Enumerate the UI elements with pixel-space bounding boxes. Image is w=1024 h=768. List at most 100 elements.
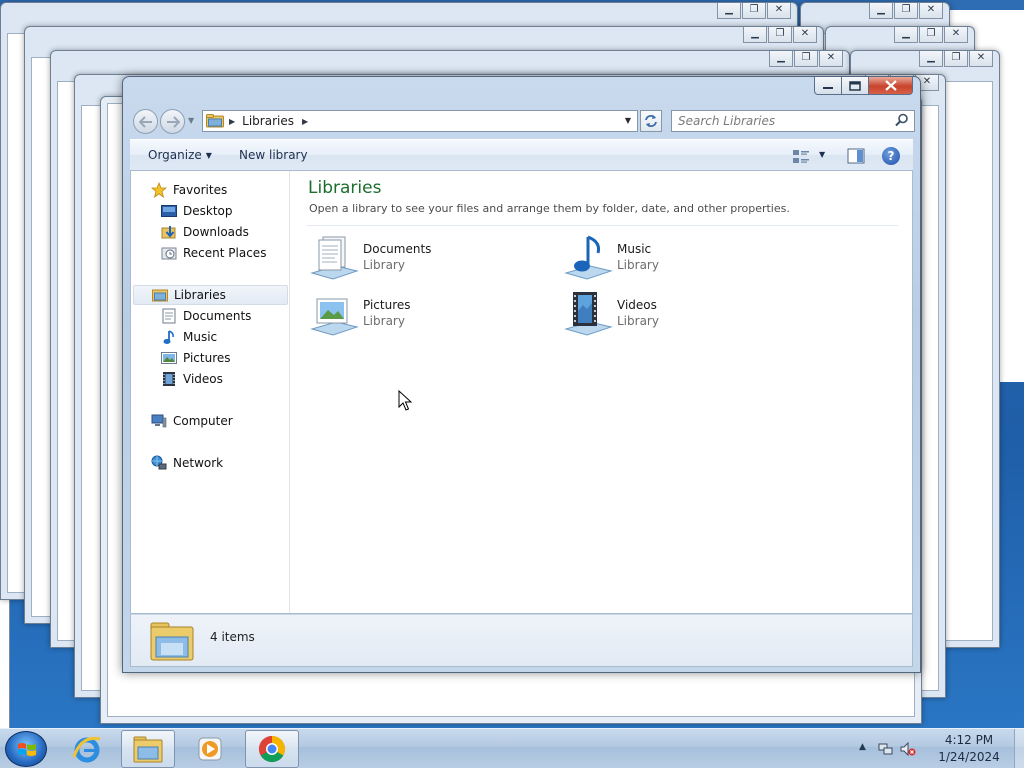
library-tile-music[interactable]: Music Library (563, 233, 803, 285)
search-icon[interactable] (895, 113, 909, 127)
taskbar-internet-explorer[interactable] (60, 730, 114, 768)
forward-button[interactable] (160, 109, 185, 134)
desktop-icon (161, 203, 177, 219)
taskbar-media-player[interactable] (183, 730, 237, 768)
close-icon (884, 80, 897, 91)
network-icon (151, 455, 167, 471)
back-arrow-icon (138, 116, 152, 128)
show-desktop-button[interactable] (1014, 729, 1024, 768)
documents-icon (161, 308, 177, 324)
nav-favorites-label: Favorites (173, 183, 228, 197)
library-name: Pictures (363, 298, 411, 312)
refresh-icon (645, 115, 657, 127)
nav-desktop[interactable]: Desktop (161, 201, 233, 221)
new-library-button[interactable]: New library (239, 148, 308, 162)
documents-library-icon (310, 236, 359, 280)
nav-network[interactable]: Network (151, 453, 223, 473)
item-count: 4 items (210, 630, 255, 644)
library-type: Library (363, 258, 405, 272)
explorer-window[interactable]: ▼ ▶ Libraries ▶ ▼ Search Libraries Organ… (122, 76, 921, 673)
preview-pane-icon (847, 148, 865, 164)
videos-library-icon (564, 292, 613, 336)
nav-music[interactable]: Music (161, 327, 217, 347)
search-input[interactable] (678, 111, 888, 131)
breadcrumb-separator-icon[interactable]: ▶ (302, 117, 308, 126)
help-button[interactable]: ? (882, 147, 900, 165)
library-tile-videos[interactable]: Videos Library (563, 289, 803, 341)
refresh-button[interactable] (640, 110, 662, 132)
nav-documents[interactable]: Documents (161, 306, 251, 326)
restore-icon (849, 80, 861, 91)
nav-documents-label: Documents (183, 309, 252, 323)
film-strip-icon (161, 371, 177, 387)
nav-libraries[interactable]: Libraries (133, 285, 288, 305)
music-note-icon (161, 329, 177, 345)
chrome-icon (258, 735, 286, 763)
nav-music-label: Music (183, 330, 218, 344)
show-hidden-icons-button[interactable]: ▲ (859, 742, 866, 752)
library-type: Library (617, 258, 659, 272)
change-view-button[interactable]: ▼ (792, 149, 832, 165)
volume-muted-icon[interactable] (900, 741, 916, 757)
address-history-dropdown[interactable]: ▼ (619, 111, 637, 131)
computer-icon (151, 413, 167, 429)
preview-pane-button[interactable] (847, 148, 865, 164)
pictures-library-icon (310, 298, 359, 336)
clock-time[interactable]: 4:12 PM (924, 733, 1014, 747)
system-tray: ▲ 4:12 PM 1/24/2024 (854, 729, 1024, 768)
nav-libraries-label: Libraries (174, 288, 226, 302)
address-bar[interactable]: ▶ Libraries ▶ ▼ (202, 110, 638, 132)
taskbar-chrome[interactable] (245, 730, 299, 768)
nav-downloads-label: Downloads (183, 225, 249, 239)
library-name: Videos (617, 298, 657, 312)
recent-pages-dropdown[interactable]: ▼ (188, 116, 194, 125)
nav-downloads[interactable]: Downloads (161, 222, 249, 242)
breadcrumb-libraries[interactable]: Libraries (242, 114, 294, 128)
libraries-folder-icon (206, 114, 224, 128)
minimize-button[interactable] (814, 77, 842, 95)
library-tile-documents[interactable]: Documents Library (309, 233, 549, 285)
nav-favorites[interactable]: Favorites (151, 180, 227, 200)
navigation-bar: ▼ ▶ Libraries ▶ ▼ (131, 107, 915, 135)
downloads-icon (161, 224, 177, 240)
nav-videos[interactable]: Videos (161, 369, 223, 389)
chevron-down-icon: ▼ (819, 150, 826, 159)
content-pane: Libraries Open a library to see your fil… (291, 171, 912, 613)
window-controls (814, 77, 913, 95)
network-status-icon[interactable] (878, 741, 894, 757)
windows-explorer-icon (133, 736, 163, 763)
close-button[interactable] (869, 77, 913, 95)
nav-pictures-label: Pictures (183, 351, 231, 365)
breadcrumb-separator-icon[interactable]: ▶ (229, 117, 235, 126)
media-player-icon (198, 737, 222, 761)
library-name: Documents (363, 242, 432, 256)
back-button[interactable] (133, 109, 158, 134)
taskbar-windows-explorer[interactable] (121, 730, 175, 768)
library-type: Library (617, 314, 659, 328)
page-title: Libraries (308, 178, 382, 198)
divider (307, 225, 898, 226)
search-box[interactable] (671, 110, 915, 132)
explorer-panes: Favorites Desktop Downloads Recent Place… (130, 171, 913, 614)
clock-date[interactable]: 1/24/2024 (924, 750, 1014, 764)
nav-network-label: Network (173, 456, 224, 470)
details-pane: 4 items (130, 614, 913, 667)
internet-explorer-icon (72, 736, 101, 763)
nav-computer-label: Computer (173, 414, 233, 428)
navigation-pane: Favorites Desktop Downloads Recent Place… (131, 171, 290, 613)
nav-computer[interactable]: Computer (151, 411, 233, 431)
minimize-icon (823, 86, 833, 89)
maximize-button[interactable] (842, 77, 869, 95)
help-icon: ? (887, 149, 895, 163)
organize-menu[interactable]: Organize ▼ (148, 148, 212, 162)
nav-recent-places[interactable]: Recent Places (161, 243, 266, 263)
library-name: Music (617, 242, 652, 256)
organize-label: Organize (148, 148, 202, 162)
page-description: Open a library to see your files and arr… (309, 202, 790, 215)
windows-logo-icon (18, 743, 36, 756)
nav-videos-label: Videos (183, 372, 223, 386)
nav-pictures[interactable]: Pictures (161, 348, 231, 368)
start-button[interactable] (5, 731, 47, 767)
view-options-icon (793, 150, 809, 163)
library-tile-pictures[interactable]: Pictures Library (309, 289, 549, 341)
